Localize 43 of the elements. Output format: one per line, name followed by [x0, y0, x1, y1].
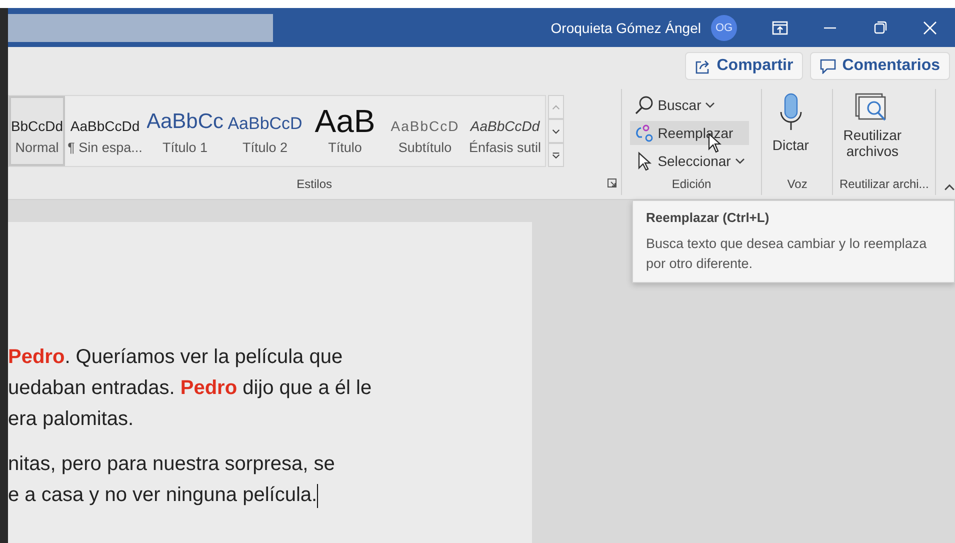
tooltip-title: Reemplazar (Ctrl+L)	[646, 210, 770, 225]
collapse-ribbon-icon[interactable]	[944, 184, 955, 191]
ribbon-command[interactable]: Reemplazar	[630, 121, 749, 145]
tooltip-text: Busca texto que desea cambiar y lo reemplaza por otro diferente.	[646, 235, 928, 273]
dropdown-icon	[734, 158, 745, 164]
document-text-line: Pedro. Queríamos ver la película que	[8, 345, 344, 370]
dialog-launcher-icon[interactable]	[606, 178, 617, 188]
dropdown-icon	[705, 102, 716, 108]
document-text-line: uedaban entradas. Pedro dijo que a él le	[8, 376, 373, 401]
style-option[interactable]: AaB Título	[305, 96, 385, 166]
group-label: Estilos	[296, 177, 332, 191]
style-option[interactable]: AaBbCcDd ¶ Sin espa...	[65, 96, 145, 166]
ribbon-display-icon[interactable]	[772, 20, 788, 34]
share-icon	[694, 58, 711, 74]
document-text-line: e a casa y no ver ninguna película.	[8, 482, 320, 510]
ribbon-command[interactable]: Buscar	[630, 93, 749, 117]
chevron-down-icon	[552, 128, 560, 134]
user-name: Oroquieta Gómez Ángel	[550, 20, 701, 36]
restore-icon[interactable]	[874, 21, 886, 34]
comment-icon	[820, 58, 836, 74]
replace-icon	[634, 123, 654, 143]
style-option[interactable]: AaBbCcD Subtítulo	[385, 96, 465, 166]
group-label: Voz	[787, 177, 808, 191]
minimize-icon[interactable]	[824, 26, 836, 28]
comments-button[interactable]: Comentarios	[810, 52, 950, 80]
dictate-button[interactable]: Dictar	[762, 89, 819, 173]
scroll-down-button[interactable]	[548, 119, 564, 143]
document-text-line: era palomitas.	[8, 407, 135, 432]
group-label: Edición	[672, 177, 712, 191]
share-button[interactable]: Compartir	[684, 52, 804, 80]
ribbon-command[interactable]: Seleccionar	[630, 149, 749, 173]
search-icon	[634, 95, 654, 115]
style-option[interactable]: AaBbCcD Título 2	[225, 96, 305, 166]
more-styles-button[interactable]	[548, 143, 564, 167]
chevron-up-icon	[552, 104, 560, 110]
microphone-icon	[778, 93, 803, 131]
expand-icon	[552, 152, 560, 158]
reuse-files-button[interactable]: Reutilizar archivos	[833, 89, 912, 173]
group-label: Reutilizar archi...	[839, 177, 929, 191]
close-icon[interactable]	[923, 20, 937, 34]
style-option[interactable]: BbCcDd Normal	[9, 96, 65, 166]
document-text-line: nitas, pero para nuestra sorpresa, se	[8, 452, 336, 477]
style-option[interactable]: AaBbCcDd Énfasis sutil	[465, 96, 545, 166]
